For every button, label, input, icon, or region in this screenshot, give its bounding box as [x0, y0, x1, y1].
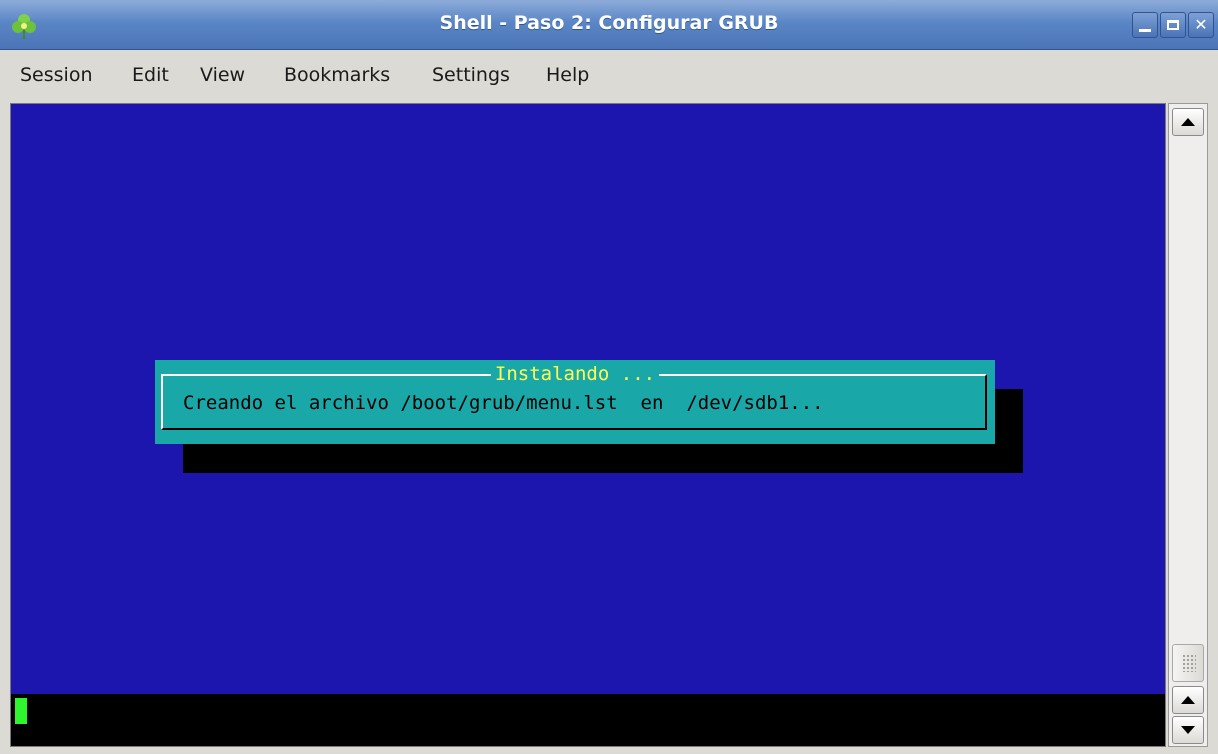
- menubar: Session Edit View Bookmarks Settings Hel…: [0, 50, 1218, 98]
- menu-settings[interactable]: Settings: [432, 64, 510, 86]
- maximize-icon: [1167, 20, 1179, 30]
- scrollbar-thumb[interactable]: [1172, 644, 1204, 682]
- vertical-scrollbar[interactable]: [1168, 103, 1208, 747]
- terminal-area[interactable]: Instalando ... Creando el archivo /boot/…: [10, 103, 1166, 747]
- terminal-cursor: [15, 698, 27, 724]
- menu-help[interactable]: Help: [546, 64, 589, 86]
- scroll-down-button[interactable]: [1172, 716, 1204, 744]
- window-titlebar[interactable]: Shell - Paso 2: Configurar GRUB ✕: [0, 0, 1218, 50]
- arrow-down-icon: [1181, 726, 1195, 734]
- menu-session[interactable]: Session: [20, 64, 93, 86]
- dialog-title: Instalando ...: [490, 363, 660, 385]
- close-button[interactable]: ✕: [1188, 12, 1214, 38]
- minimize-icon: [1139, 28, 1151, 32]
- install-dialog: Instalando ... Creando el archivo /boot/…: [155, 360, 995, 444]
- terminal-command-line[interactable]: [11, 694, 1165, 746]
- dialog-message: Creando el archivo /boot/grub/menu.lst e…: [183, 392, 824, 414]
- window-title: Shell - Paso 2: Configurar GRUB: [439, 12, 779, 34]
- minimize-button[interactable]: [1132, 12, 1158, 38]
- dialog-title-row: Instalando ...: [155, 363, 995, 385]
- grip-icon: [1182, 654, 1196, 672]
- arrow-up-icon: [1181, 696, 1195, 704]
- maximize-button[interactable]: [1160, 12, 1186, 38]
- arrow-up-icon: [1181, 118, 1195, 126]
- menu-bookmarks[interactable]: Bookmarks: [284, 64, 390, 86]
- scroll-up-button[interactable]: [1172, 108, 1204, 136]
- menu-view[interactable]: View: [200, 64, 245, 86]
- scroll-up-button-lower[interactable]: [1172, 686, 1204, 714]
- menu-edit[interactable]: Edit: [132, 64, 169, 86]
- close-icon: ✕: [1194, 15, 1208, 34]
